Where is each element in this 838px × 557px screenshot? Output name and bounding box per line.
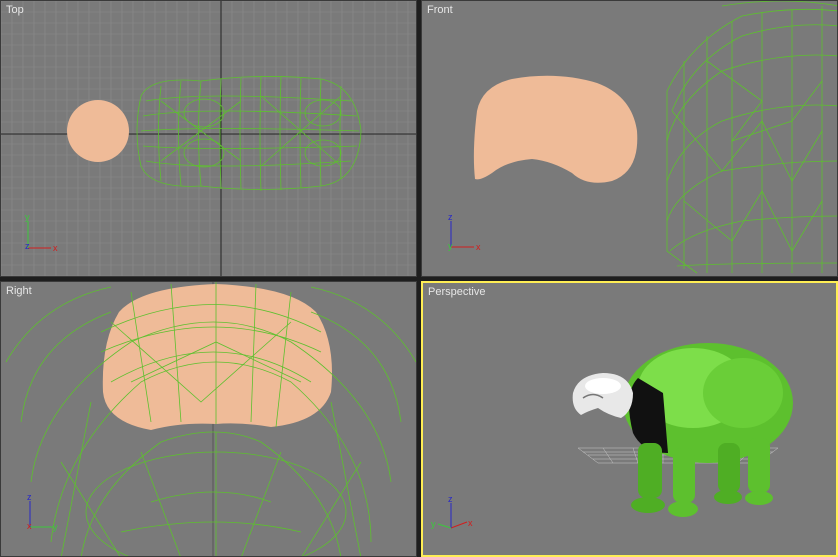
body-wireframe[interactable] — [666, 1, 838, 274]
axis-x-label: x — [468, 518, 473, 528]
head-mesh[interactable] — [572, 373, 633, 418]
axis-y-label: y — [448, 241, 453, 251]
head-mesh[interactable] — [102, 284, 332, 430]
viewport-label-right[interactable]: Right — [6, 285, 32, 297]
viewport-label-top[interactable]: Top — [6, 4, 24, 16]
head-mesh[interactable] — [473, 75, 638, 183]
front-view-canvas[interactable]: x z y — [422, 1, 838, 277]
axis-tripod: x z y — [448, 212, 481, 252]
axis-x-label: x — [27, 521, 32, 531]
axis-y-label: y — [53, 522, 58, 532]
right-view-canvas[interactable]: y z x — [1, 282, 417, 557]
axis-y-label: y — [431, 519, 436, 529]
axis-z-label: z — [448, 494, 453, 504]
axis-y-label: y — [25, 212, 30, 222]
viewport-label-perspective[interactable]: Perspective — [428, 286, 485, 298]
body-mesh[interactable] — [623, 343, 793, 517]
viewport-perspective[interactable]: Perspective x z y — [421, 281, 838, 557]
axis-tripod: x y z — [25, 212, 58, 253]
axis-z-label: z — [25, 241, 30, 251]
head-mesh[interactable] — [67, 100, 129, 162]
grid — [1, 1, 416, 276]
axis-tripod: x z y — [431, 494, 473, 529]
top-view-canvas[interactable]: x y z — [1, 1, 417, 277]
viewport-front[interactable]: Front x z y — [421, 0, 838, 277]
axis-tripod: y z x — [27, 492, 58, 532]
axis-x-label: x — [476, 242, 481, 252]
axis-z-label: z — [27, 492, 32, 502]
axis-z-label: z — [448, 212, 453, 222]
viewport-right[interactable]: Right y z x — [0, 281, 417, 557]
viewport-label-front[interactable]: Front — [427, 4, 453, 16]
viewport-top[interactable]: Top x y z — [0, 0, 417, 277]
perspective-view-canvas[interactable]: x z y — [423, 283, 836, 555]
axis-x-label: x — [53, 243, 58, 253]
